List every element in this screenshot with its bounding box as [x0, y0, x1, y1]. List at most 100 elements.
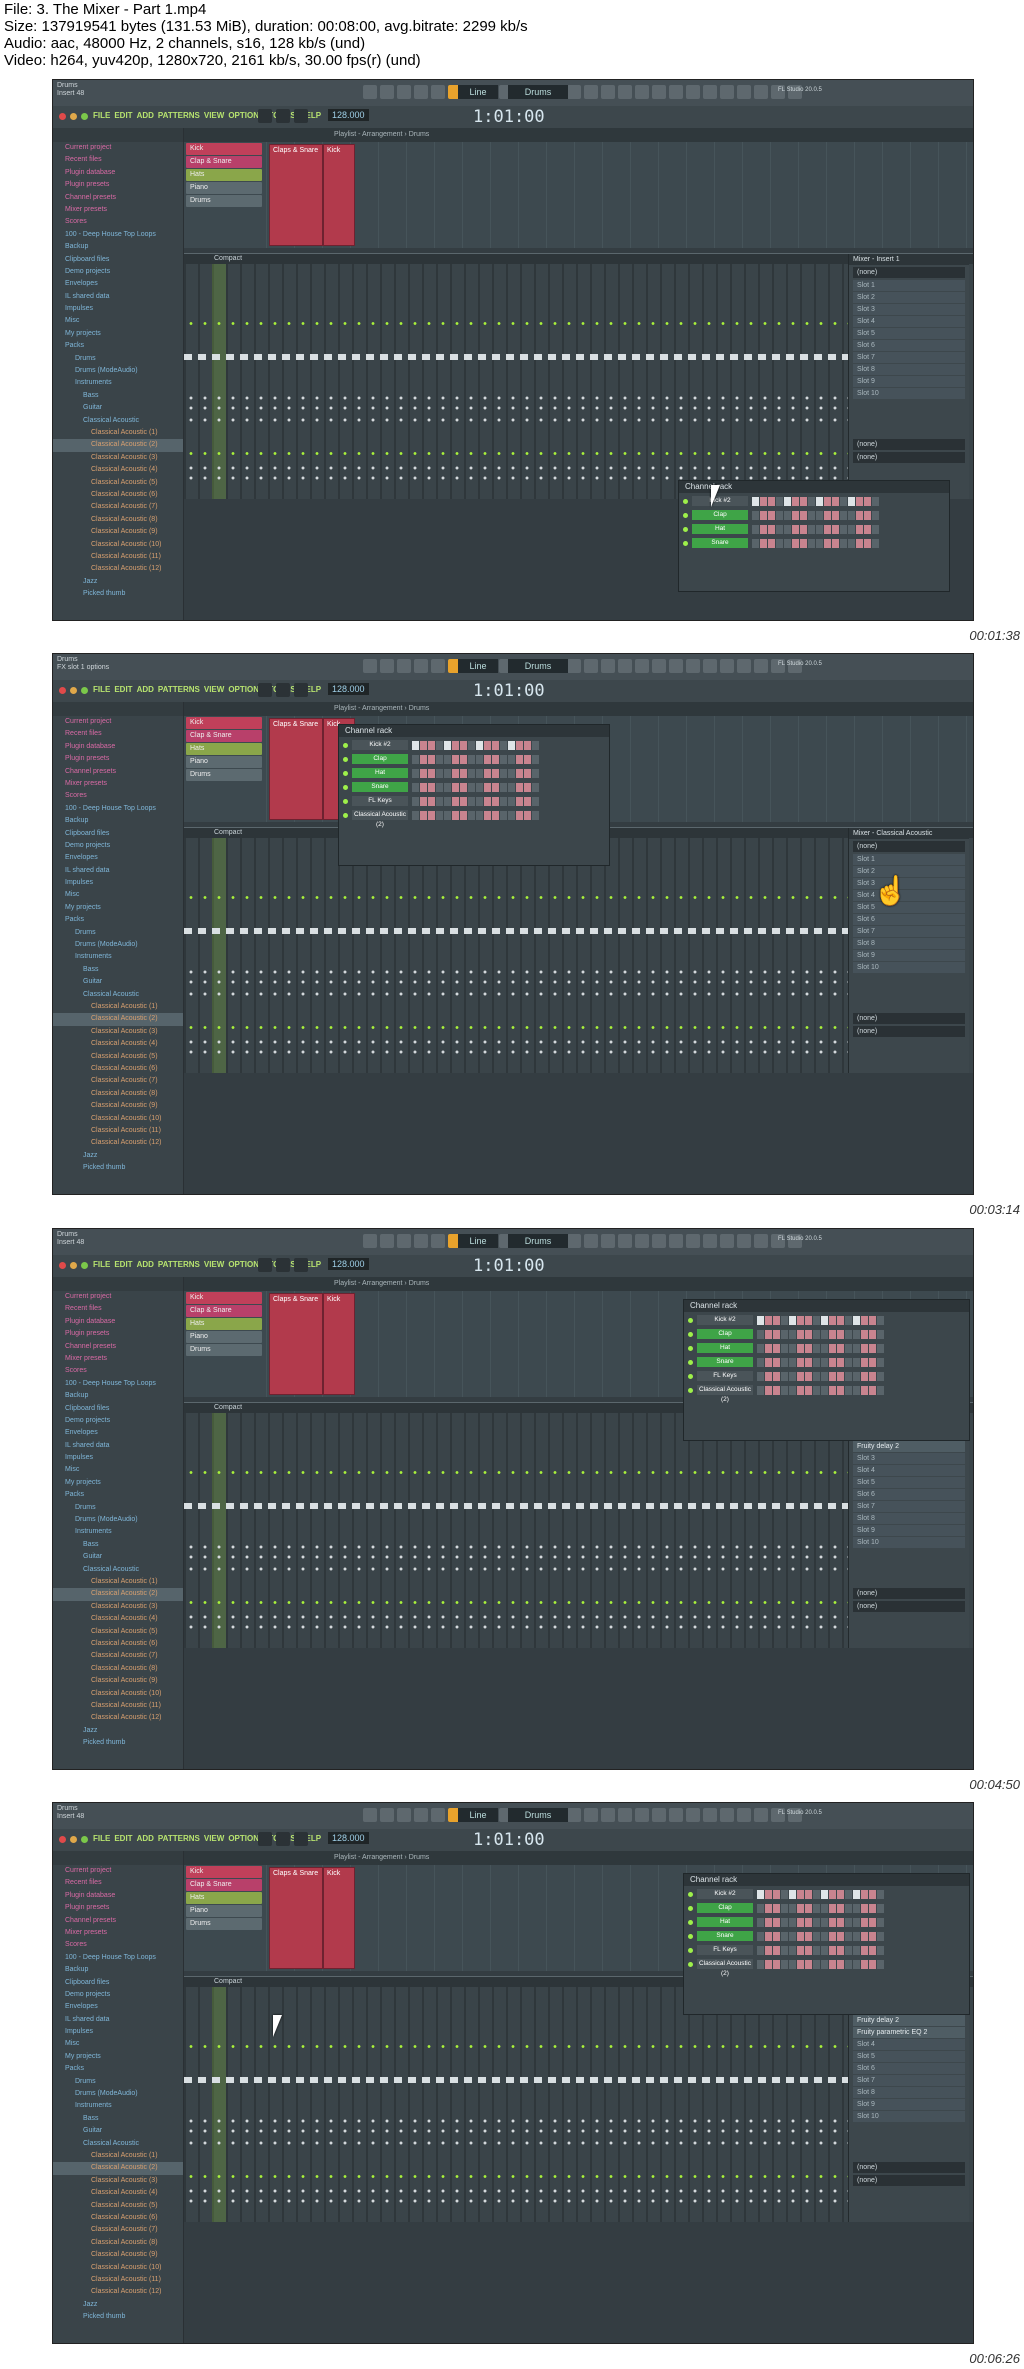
- step-button[interactable]: [436, 796, 443, 806]
- channel-mute-led[interactable]: [343, 756, 348, 762]
- mixer-control-row[interactable]: [184, 354, 884, 360]
- step-button[interactable]: [765, 1357, 772, 1367]
- browser-item[interactable]: Impulses: [53, 1452, 183, 1464]
- step-button[interactable]: [848, 496, 855, 506]
- browser-item[interactable]: Classical Acoustic (2): [53, 1588, 183, 1601]
- step-button[interactable]: [492, 740, 499, 750]
- step-button[interactable]: [808, 510, 815, 520]
- toolbar-icon[interactable]: [720, 659, 734, 673]
- menu-item[interactable]: VIEW: [204, 111, 224, 120]
- step-button[interactable]: [877, 1329, 884, 1339]
- effect-slot[interactable]: Slot 9: [853, 1525, 965, 1536]
- step-button[interactable]: [492, 810, 499, 820]
- browser-item[interactable]: Classical Acoustic (4): [53, 464, 183, 476]
- record-icon[interactable]: [294, 1258, 308, 1272]
- browser-item[interactable]: Demo projects: [53, 840, 183, 852]
- step-button[interactable]: [781, 1357, 788, 1367]
- browser-item[interactable]: Jazz: [53, 2299, 183, 2311]
- step-button[interactable]: [797, 1889, 804, 1899]
- mixer-control-row[interactable]: [184, 2045, 884, 2048]
- step-button[interactable]: [773, 1945, 780, 1955]
- effect-slot[interactable]: Slot 10: [853, 1537, 965, 1548]
- output-select[interactable]: (none): [853, 1588, 965, 1599]
- step-button[interactable]: [872, 510, 879, 520]
- step-button[interactable]: [829, 1385, 836, 1395]
- mixer-control-row[interactable]: [184, 2175, 884, 2178]
- step-button[interactable]: [412, 796, 419, 806]
- channel-name[interactable]: Classical Acoustic (2): [697, 1385, 753, 1403]
- browser-item[interactable]: Instruments: [53, 951, 183, 963]
- browser-item[interactable]: Plugin database: [53, 1316, 183, 1328]
- channel-name[interactable]: FL Keys: [697, 1371, 753, 1381]
- browser-item[interactable]: Classical Acoustic (6): [53, 1063, 183, 1075]
- browser-item[interactable]: Classical Acoustic (12): [53, 1137, 183, 1149]
- step-button[interactable]: [789, 1385, 796, 1395]
- browser-item[interactable]: My projects: [53, 2051, 183, 2063]
- window-control-dot[interactable]: [70, 113, 77, 120]
- step-button[interactable]: [444, 740, 451, 750]
- step-button[interactable]: [784, 524, 791, 534]
- channel-mute-led[interactable]: [343, 770, 348, 776]
- effect-slot[interactable]: Slot 6: [853, 2063, 965, 2074]
- browser-item[interactable]: Instruments: [53, 1526, 183, 1538]
- pattern-selector[interactable]: Drums: [508, 1234, 568, 1248]
- step-button[interactable]: [877, 1889, 884, 1899]
- mixer-strips[interactable]: [184, 1413, 884, 1648]
- toolbar-icon[interactable]: [737, 85, 751, 99]
- step-button[interactable]: [789, 1917, 796, 1927]
- step-button[interactable]: [760, 524, 767, 534]
- toolbar-icon[interactable]: [754, 1234, 768, 1248]
- step-button[interactable]: [452, 796, 459, 806]
- channel-mute-led[interactable]: [688, 1947, 693, 1953]
- step-button[interactable]: [821, 1889, 828, 1899]
- browser-item[interactable]: Channel presets: [53, 1915, 183, 1927]
- channel-mute-led[interactable]: [688, 1331, 693, 1337]
- step-button[interactable]: [789, 1329, 796, 1339]
- browser-item[interactable]: Classical Acoustic (7): [53, 1650, 183, 1662]
- pattern-item[interactable]: Drums: [186, 769, 262, 781]
- step-button[interactable]: [500, 782, 507, 792]
- channel-name[interactable]: Kick #2: [697, 1889, 753, 1899]
- step-button[interactable]: [797, 1357, 804, 1367]
- clip-kick[interactable]: Kick: [323, 144, 355, 246]
- stop-icon[interactable]: [276, 1258, 290, 1272]
- pattern-item[interactable]: Drums: [186, 195, 262, 207]
- channel-name[interactable]: Kick #2: [352, 740, 408, 750]
- menu-item[interactable]: VIEW: [204, 685, 224, 694]
- browser-item[interactable]: Channel presets: [53, 1341, 183, 1353]
- pattern-item[interactable]: Piano: [186, 1905, 262, 1917]
- toolbar-icon[interactable]: [380, 85, 394, 99]
- step-button[interactable]: [773, 1315, 780, 1325]
- toolbar-icon[interactable]: [431, 85, 445, 99]
- step-button[interactable]: [789, 1357, 796, 1367]
- pattern-item[interactable]: Hats: [186, 1318, 262, 1330]
- browser-item[interactable]: Plugin database: [53, 167, 183, 179]
- step-button[interactable]: [829, 1959, 836, 1969]
- step-button[interactable]: [428, 754, 435, 764]
- browser-item[interactable]: Packs: [53, 914, 183, 926]
- browser-item[interactable]: Guitar: [53, 2125, 183, 2137]
- pattern-selector[interactable]: Drums: [508, 1808, 568, 1822]
- browser-item[interactable]: Classical Acoustic (8): [53, 514, 183, 526]
- step-button[interactable]: [829, 1315, 836, 1325]
- step-button[interactable]: [412, 782, 419, 792]
- output-select[interactable]: (none): [853, 452, 965, 463]
- step-button[interactable]: [861, 1959, 868, 1969]
- mixer-control-row[interactable]: [184, 1555, 884, 1559]
- step-button[interactable]: [877, 1343, 884, 1353]
- step-button[interactable]: [436, 782, 443, 792]
- mixer-control-row[interactable]: [184, 322, 884, 325]
- browser-item[interactable]: Guitar: [53, 976, 183, 988]
- mixer-control-row[interactable]: [184, 1601, 884, 1604]
- pattern-item[interactable]: Hats: [186, 1892, 262, 1904]
- effect-slot[interactable]: Slot 9: [853, 950, 965, 961]
- browser-item[interactable]: Misc: [53, 315, 183, 327]
- step-button[interactable]: [853, 1889, 860, 1899]
- toolbar-icon[interactable]: [737, 659, 751, 673]
- browser-item[interactable]: Drums (ModeAudio): [53, 365, 183, 377]
- step-button[interactable]: [869, 1343, 876, 1353]
- step-button[interactable]: [877, 1371, 884, 1381]
- channel-mute-led[interactable]: [683, 540, 688, 546]
- pattern-item[interactable]: Kick: [186, 143, 262, 155]
- step-button[interactable]: [757, 1945, 764, 1955]
